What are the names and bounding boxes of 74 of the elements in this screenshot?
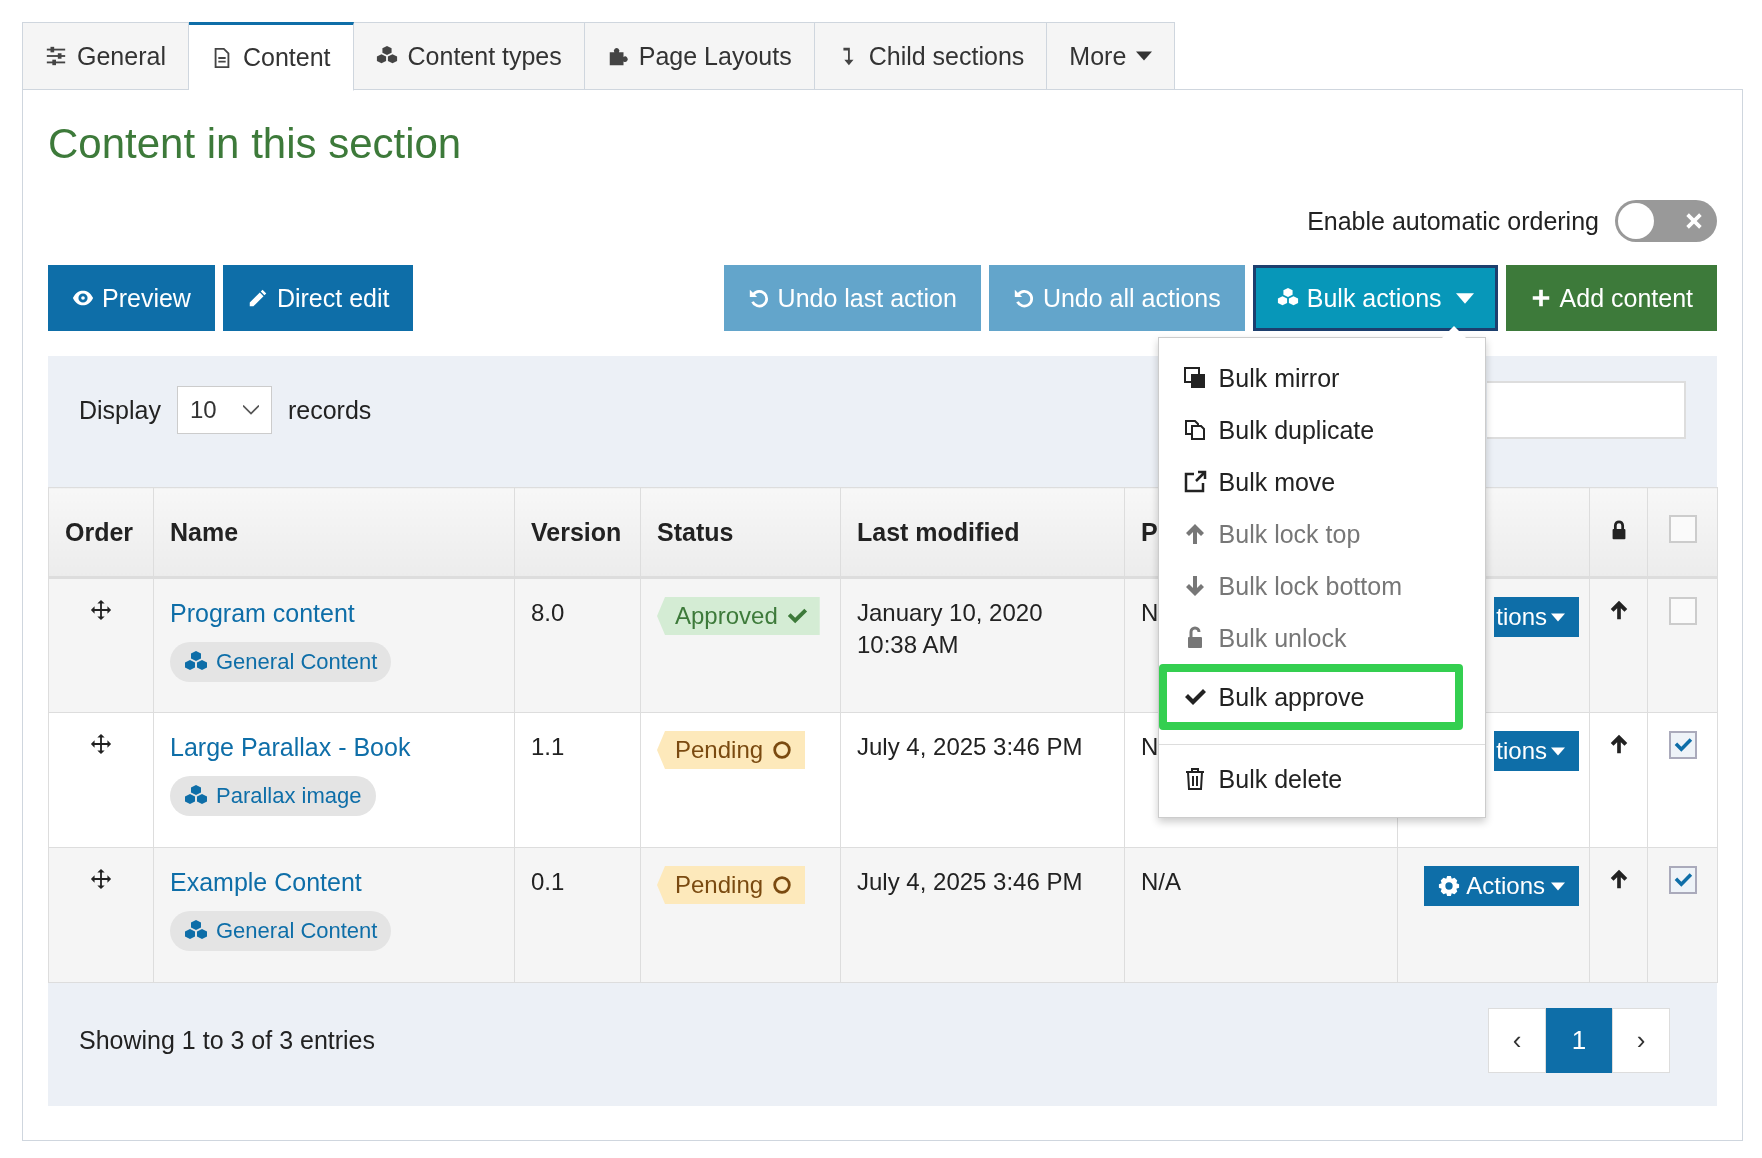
caret-icon [1136,51,1153,61]
page-button[interactable]: ‹ [1488,1008,1546,1073]
toolbar-button[interactable]: Add content [1505,265,1717,331]
column-header: Last modified [857,517,1020,546]
records-select[interactable]: 10 [177,386,272,434]
column-header: Name [170,517,239,546]
menu-item[interactable]: Bulk mirror [1158,352,1485,404]
table-cell: July 4, 2025 3:46 PM [857,868,1083,895]
caret-icon [1551,612,1565,622]
status-label: Pending [657,866,806,904]
gear-icon [1438,875,1461,897]
content-type-badge: General Content [170,911,392,951]
move-icon [90,868,112,890]
toolbar-button[interactable]: Direct edit [222,265,414,331]
column-header: Version [531,517,622,546]
move-icon [90,733,112,755]
toggle-label: Enable automatic ordering [1307,206,1599,236]
checkbox[interactable] [1668,597,1697,625]
tab[interactable]: Content [188,22,354,91]
records-label: records [288,395,372,425]
menu-item[interactable]: Bulk approve [1158,664,1463,730]
checkbox[interactable] [1668,866,1697,894]
undo-icon [747,287,770,309]
content-type-badge: Parallax image [170,776,376,816]
page-button[interactable]: 1 [1546,1008,1612,1073]
sliders-icon [45,45,67,67]
external-link-icon [1182,470,1207,494]
move-icon [90,599,112,621]
actions-button[interactable]: tions [1494,731,1579,771]
menu-item[interactable]: Bulk move [1158,456,1485,508]
squares-icon [1182,366,1207,390]
column-header: Status [657,517,734,546]
entries-summary: Showing 1 to 3 of 3 entries [79,1026,376,1055]
search-field[interactable] [1487,381,1686,439]
table-cell: N [1141,599,1159,626]
actions-button[interactable]: Actions [1424,866,1579,906]
column-header: P [1141,517,1158,546]
actions-button[interactable]: tions [1494,597,1579,637]
content-link[interactable]: Large Parallax - Book [170,733,411,761]
status-label: Pending [657,731,806,769]
tab[interactable]: Content types [353,22,585,90]
caret-icon [1551,881,1565,891]
caret-icon [1551,746,1565,756]
section-heading: Content in this section [48,120,463,168]
content-type-badge: General Content [170,642,392,682]
circle-icon [771,874,794,896]
table-cell: 8.0 [531,599,565,626]
toggle-switch[interactable] [1615,200,1717,242]
table-cell: July 4, 2025 3:46 PM [857,733,1083,760]
content-link[interactable]: Example Content [170,868,362,896]
tab[interactable]: General [22,22,189,90]
tab[interactable]: Page Layouts [584,22,815,90]
display-label: Display [79,395,161,425]
caret-icon [1455,292,1474,304]
tab[interactable]: Child sections [814,22,1048,90]
undo-icon [1012,287,1035,309]
checkbox[interactable] [1668,731,1697,759]
table-cell: N/A [1141,868,1181,895]
checkbox[interactable] [1668,515,1697,543]
bulk-actions-button[interactable]: Bulk actions [1252,265,1498,331]
tab[interactable]: More [1047,22,1176,90]
table-cell: 0.1 [531,868,565,895]
table-cell: January 10, 2020 10:38 AM [857,599,1043,658]
menu-item[interactable]: Bulk delete [1158,753,1485,805]
menu-item[interactable]: Bulk duplicate [1158,404,1485,456]
page-button[interactable]: › [1612,1008,1670,1073]
table-cell: N [1141,733,1159,760]
status-label: Approved [657,597,820,635]
toolbar-button[interactable]: Preview [48,265,215,331]
copy-icon [1182,418,1207,442]
circle-icon [771,739,794,761]
column-header: Order [65,517,134,546]
table-cell: 1.1 [531,733,565,760]
content-link[interactable]: Program content [170,599,355,627]
